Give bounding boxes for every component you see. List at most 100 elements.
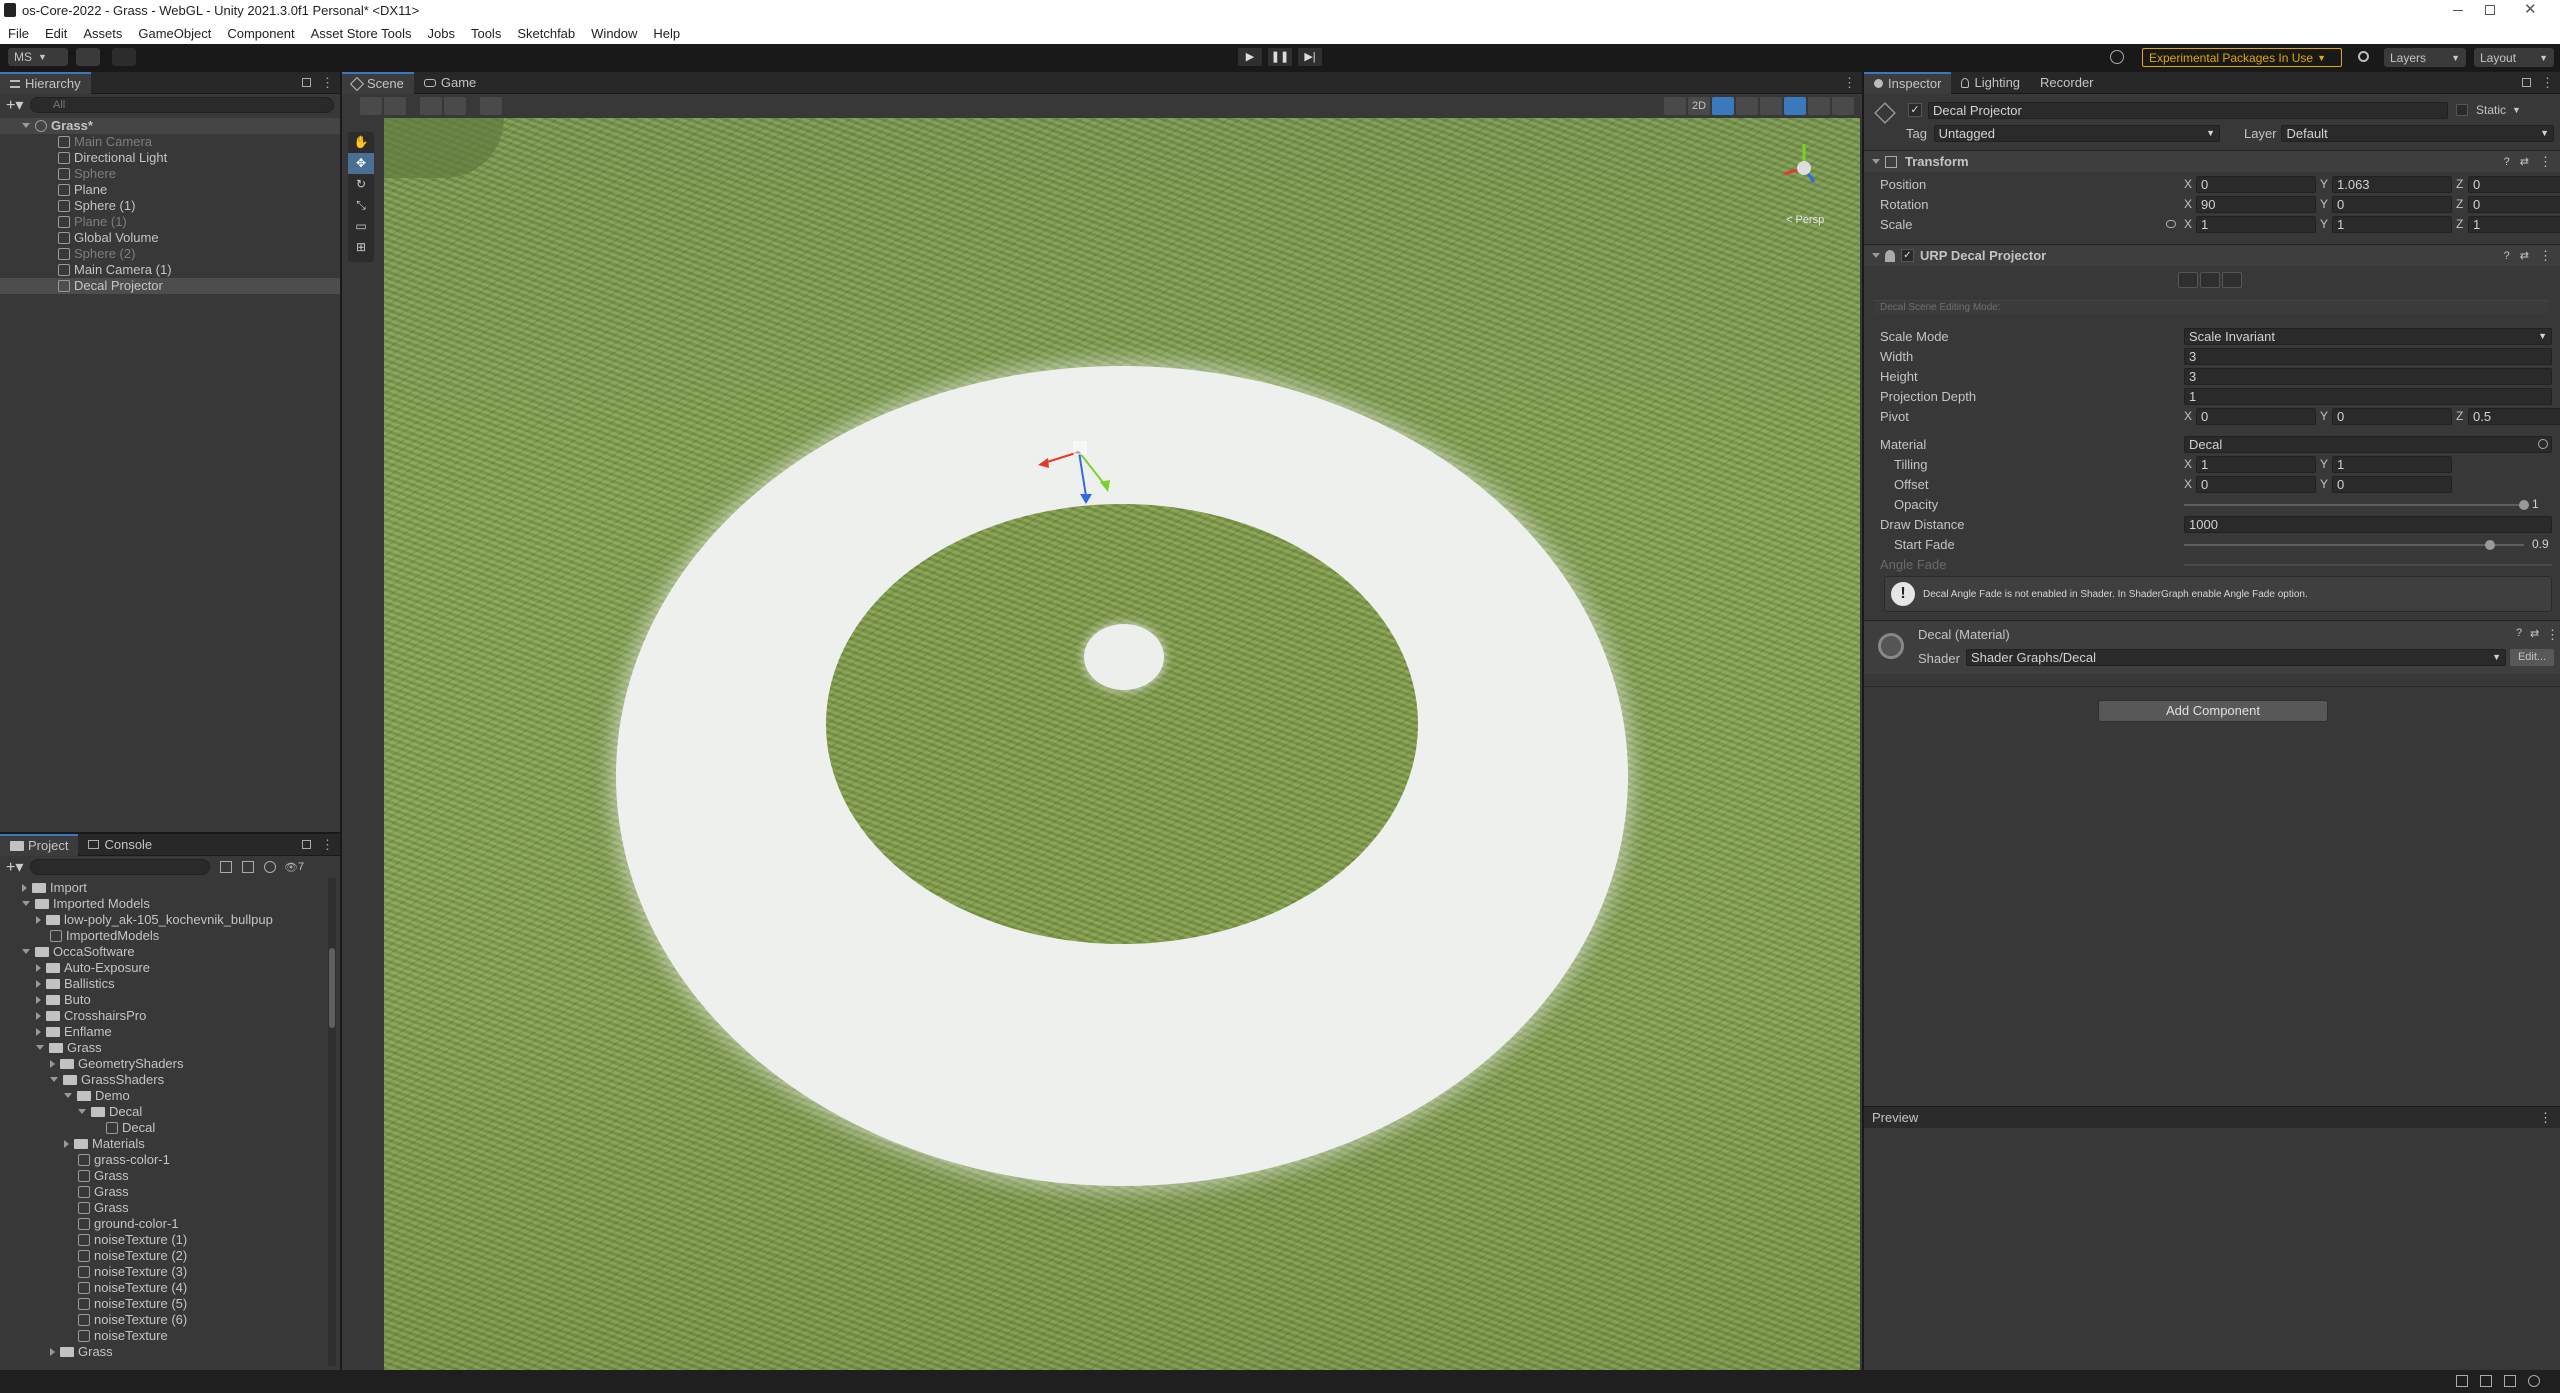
project-asset[interactable]: noiseTexture (3) [0,1264,340,1280]
position-z-field[interactable]: 0 [2468,176,2560,193]
expand-arrow-icon[interactable] [22,884,27,892]
hierarchy-item[interactable]: Directional Light [0,150,340,166]
cache-server-icon[interactable] [2480,1375,2492,1387]
scene-root[interactable]: Grass* [0,118,340,134]
step-button[interactable]: ▶| [1298,48,1322,66]
audio-toggle-icon[interactable] [1736,97,1758,115]
edit-bounds-icon[interactable] [2200,272,2220,288]
project-asset[interactable]: ImportedModels [0,928,340,944]
favorite-icon[interactable] [264,861,276,873]
lock-icon[interactable] [302,840,311,849]
lock-icon[interactable] [2522,78,2531,87]
presets-icon[interactable]: ⇄ [2520,155,2529,168]
opacity-slider-track[interactable] [2184,500,2529,510]
experimental-packages-button[interactable]: Experimental Packages In Use ▼ [2142,48,2342,67]
scene-orientation-gizmo[interactable] [1774,136,1834,206]
project-asset[interactable]: noiseTexture [0,1328,340,1344]
start-fade-slider-knob[interactable] [2485,540,2495,550]
position-y-field[interactable]: 1.063 [2332,176,2452,193]
pivot-x-field[interactable]: 0 [2196,408,2316,425]
hierarchy-item[interactable]: Plane [0,182,340,198]
project-folder[interactable]: GrassShaders [0,1072,340,1088]
render-mode-icon[interactable] [384,97,406,115]
tab-scene[interactable]: Scene [342,71,414,94]
camera-settings-icon[interactable] [1808,97,1830,115]
hand-tool-icon[interactable]: ✋ [348,132,374,153]
search-by-type-icon[interactable] [220,861,232,873]
progress-icon[interactable] [2528,1375,2540,1387]
tiling-y-field[interactable]: 1 [2332,456,2452,473]
preview-header[interactable]: Preview ⋮ [1864,1106,2560,1128]
gizmo-y-arrow[interactable] [1100,480,1110,492]
rotate-tool-icon[interactable]: ↻ [348,174,374,195]
menu-item-assets[interactable]: Assets [83,26,122,41]
tab-recorder[interactable]: Recorder [2030,72,2103,94]
hidden-packages-icon[interactable]: 👁 [284,861,298,874]
cloud-icon[interactable] [76,48,100,66]
hierarchy-item[interactable]: Sphere (1) [0,198,340,214]
decal-enabled-checkbox[interactable]: ✓ [1901,249,1914,262]
more-icon[interactable]: ⋮ [321,75,334,91]
project-folder[interactable]: Enflame [0,1024,340,1040]
tab-project[interactable]: Project [0,833,79,856]
layers-dropdown[interactable]: Layers ▼ [2384,48,2466,67]
more-icon[interactable]: ⋮ [2546,627,2559,643]
gizmo-z-arrow[interactable] [1080,494,1092,504]
project-folder[interactable]: OccaSoftware [0,944,340,960]
project-folder[interactable]: Imported Models [0,896,340,912]
width-field[interactable]: 3 [2184,348,2552,365]
shader-edit-button[interactable]: Edit... [2510,649,2554,666]
height-field[interactable]: 3 [2184,368,2552,385]
hierarchy-item[interactable]: Decal Projector [0,278,340,294]
expand-arrow-icon[interactable] [36,1012,41,1020]
search-icon[interactable] [2358,51,2369,62]
expand-arrow-icon[interactable] [78,1109,86,1114]
project-search-input[interactable] [30,859,210,875]
add-object-button[interactable]: +▾ [6,95,30,115]
expand-arrow-icon[interactable] [22,123,30,128]
grid-snap-icon[interactable] [420,97,442,115]
transform-header[interactable]: Transform ? ⇄ ⋮ [1864,150,2560,172]
project-folder[interactable]: Materials [0,1136,340,1152]
scale-tool-icon[interactable]: ⤡ [348,195,374,216]
decal-header[interactable]: ✓ URP Decal Projector ? ⇄ ⋮ [1864,244,2560,266]
project-folder[interactable]: Buto [0,992,340,1008]
menu-item-edit[interactable]: Edit [45,26,67,41]
project-asset[interactable]: Grass [0,1168,340,1184]
offset-x-field[interactable]: 0 [2196,476,2316,493]
draw-distance-field[interactable]: 1000 [2184,516,2552,533]
play-button[interactable]: ▶ [1238,48,1262,66]
move-tool-icon[interactable]: ✥ [348,153,374,174]
bug-report-icon[interactable] [2456,1375,2468,1387]
project-folder[interactable]: Auto-Exposure [0,960,340,976]
rotation-x-field[interactable]: 90 [2196,196,2316,213]
expand-arrow-icon[interactable] [50,1060,55,1068]
close-icon[interactable]: ✕ [2524,0,2537,18]
tab-game[interactable]: Game [414,72,486,94]
project-folder[interactable]: Ballistics [0,976,340,992]
minimize-icon[interactable] [2453,10,2463,11]
more-icon[interactable]: ⋮ [2539,248,2552,264]
project-folder[interactable]: Grass [0,1344,340,1360]
rect-tool-icon[interactable]: ▭ [348,216,374,237]
tag-dropdown[interactable]: Untagged ▼ [1933,124,2220,142]
lighting-toggle-icon[interactable] [1712,97,1734,115]
constrain-proportions-icon[interactable] [2166,220,2176,228]
project-asset[interactable]: ground-color-1 [0,1216,340,1232]
more-icon[interactable]: ⋮ [2541,75,2554,91]
expand-arrow-icon[interactable] [36,980,41,988]
history-icon[interactable] [2110,50,2124,64]
search-by-label-icon[interactable] [242,861,254,873]
project-asset[interactable]: noiseTexture (4) [0,1280,340,1296]
menu-item-window[interactable]: Window [591,26,637,41]
project-asset[interactable]: Grass [0,1200,340,1216]
expand-arrow-icon[interactable] [36,1028,41,1036]
project-asset[interactable]: noiseTexture (6) [0,1312,340,1328]
edit-pivot-icon[interactable] [2222,272,2242,288]
gizmos-icon[interactable] [1832,97,1854,115]
hierarchy-item[interactable]: Plane (1) [0,214,340,230]
hierarchy-item[interactable]: Main Camera (1) [0,262,340,278]
expand-arrow-icon[interactable] [22,901,30,906]
help-icon[interactable]: ? [2516,627,2522,639]
scene-viewport[interactable]: < Persp [384,118,1860,1370]
